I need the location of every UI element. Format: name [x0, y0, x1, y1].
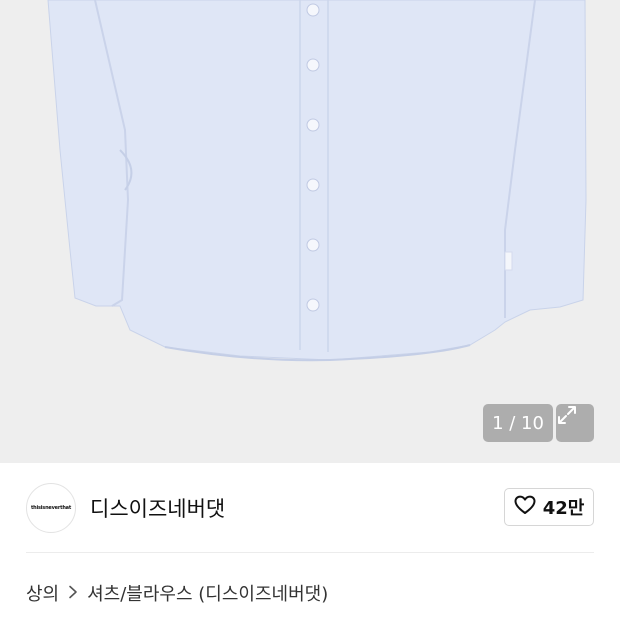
breadcrumb-item-category[interactable]: 상의	[26, 580, 59, 606]
like-button[interactable]: 42만	[504, 488, 594, 526]
brand-name[interactable]: 디스이즈네버댓	[90, 493, 225, 523]
product-image[interactable]: 1 / 10	[0, 0, 620, 463]
chevron-right-icon	[68, 583, 78, 604]
brand-logo-text: thisisneverthat	[30, 505, 72, 511]
image-counter-text: 1 / 10	[492, 412, 544, 434]
image-counter: 1 / 10	[483, 404, 553, 442]
product-page: 1 / 10 thisisneverthat 디스이즈네버댓 42만 상의 셔츠…	[0, 0, 620, 620]
heart-outline-icon	[514, 495, 536, 520]
section-divider	[26, 552, 594, 553]
brand-logo[interactable]: thisisneverthat	[26, 483, 76, 533]
shirt-illustration	[47, 0, 587, 362]
breadcrumb-item-subcategory[interactable]: 셔츠/블라우스 (디스이즈네버댓)	[87, 580, 328, 606]
brand-row: thisisneverthat 디스이즈네버댓 42만	[0, 463, 620, 553]
expand-image-button[interactable]	[556, 404, 594, 442]
like-count: 42만	[542, 498, 585, 519]
breadcrumb: 상의 셔츠/블라우스 (디스이즈네버댓)	[26, 580, 328, 606]
